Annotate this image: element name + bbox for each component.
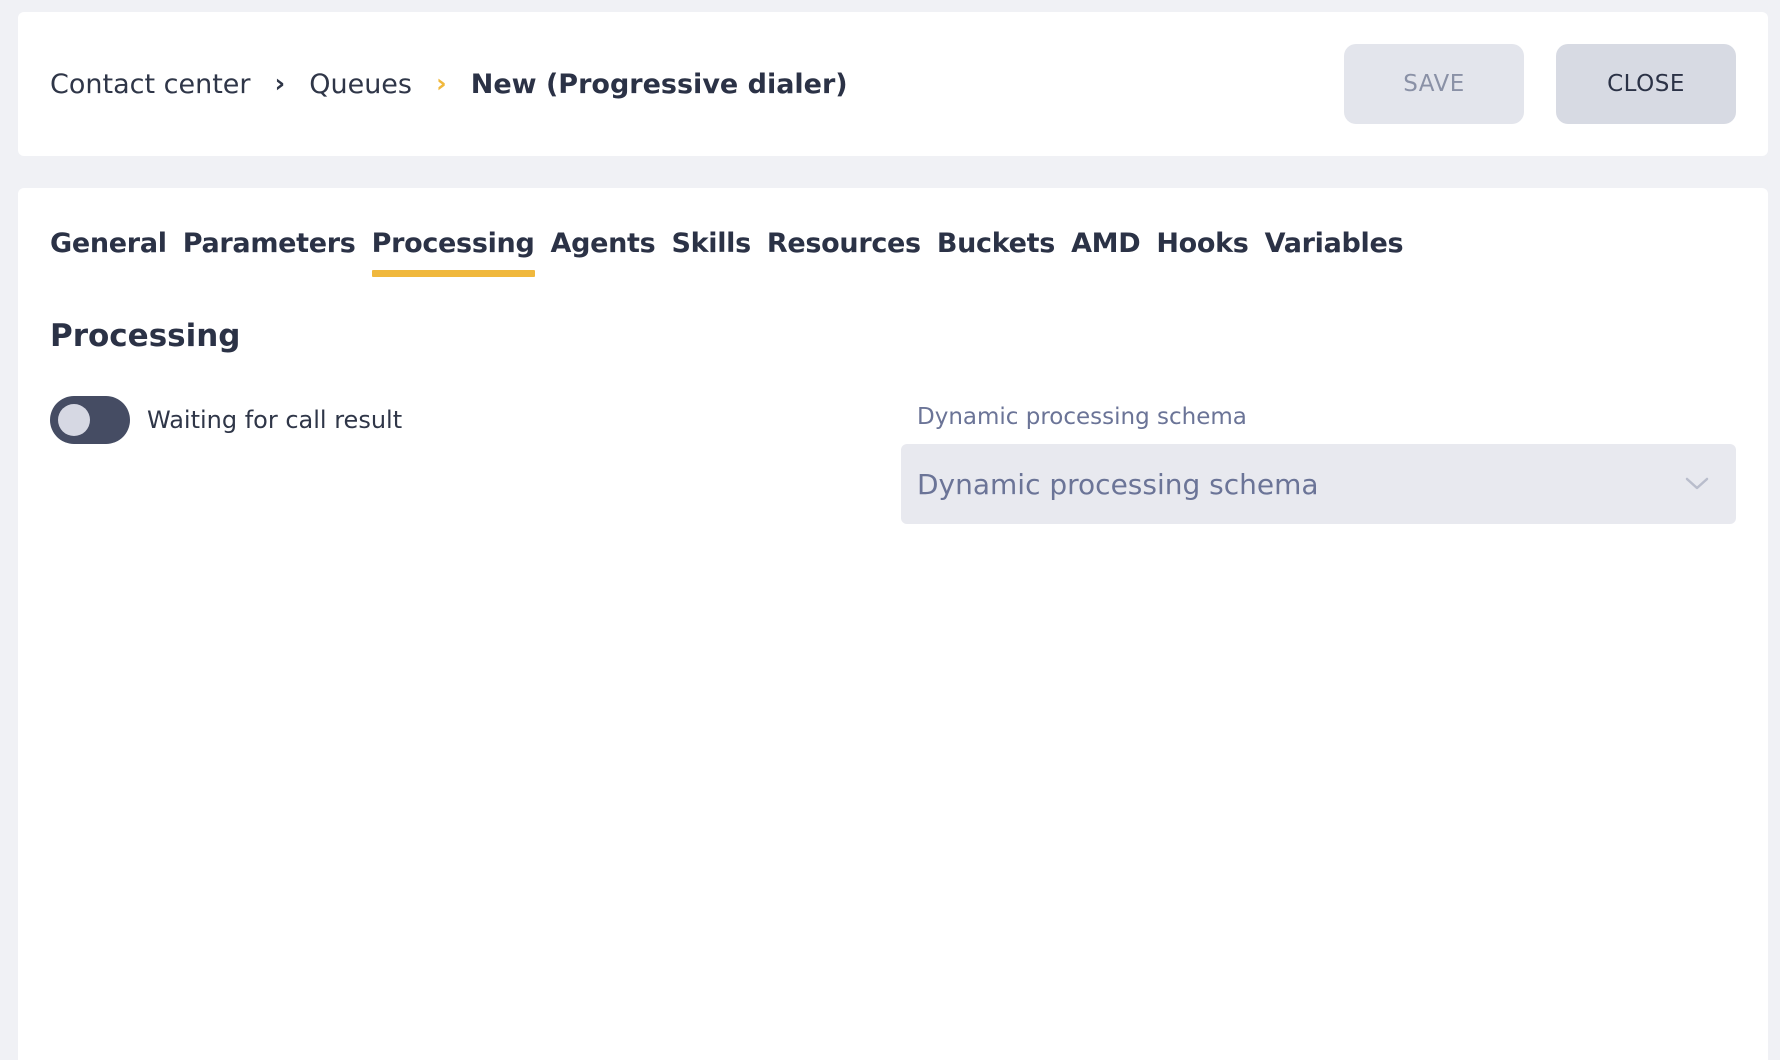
tab-buckets[interactable]: Buckets [937, 228, 1056, 277]
main-card: General Parameters Processing Agents Ski… [18, 188, 1768, 1060]
breadcrumb-contact-center[interactable]: Contact center [50, 69, 251, 100]
section-title: Processing [50, 318, 241, 354]
tab-amd[interactable]: AMD [1071, 228, 1141, 277]
close-button[interactable]: CLOSE [1556, 44, 1736, 124]
save-button[interactable]: SAVE [1344, 44, 1524, 124]
waiting-call-result-row: Waiting for call result [50, 396, 402, 444]
tab-parameters[interactable]: Parameters [183, 228, 356, 277]
dynamic-schema-select[interactable]: Dynamic processing schema [901, 444, 1736, 524]
tab-skills[interactable]: Skills [671, 228, 751, 277]
breadcrumb-queues[interactable]: Queues [309, 69, 412, 100]
tab-general[interactable]: General [50, 228, 167, 277]
breadcrumb-current: New (Progressive dialer) [470, 68, 848, 100]
dynamic-schema-placeholder: Dynamic processing schema [917, 467, 1319, 501]
waiting-call-result-label: Waiting for call result [147, 406, 403, 434]
tab-hooks[interactable]: Hooks [1156, 228, 1249, 277]
waiting-call-result-toggle[interactable] [50, 396, 130, 444]
tab-agents[interactable]: Agents [551, 228, 656, 277]
tab-processing[interactable]: Processing [371, 228, 535, 277]
tab-resources[interactable]: Resources [767, 228, 921, 277]
breadcrumb: Contact center › Queues › New (Progressi… [50, 12, 848, 156]
chevron-right-icon: › [274, 69, 286, 99]
tab-bar: General Parameters Processing Agents Ski… [50, 228, 1419, 277]
chevron-down-icon [1685, 477, 1709, 490]
header-card: Contact center › Queues › New (Progressi… [18, 12, 1768, 156]
tab-variables[interactable]: Variables [1265, 228, 1404, 277]
chevron-right-icon: › [436, 69, 447, 99]
dynamic-schema-label: Dynamic processing schema [917, 404, 1247, 430]
toggle-knob [58, 404, 90, 436]
